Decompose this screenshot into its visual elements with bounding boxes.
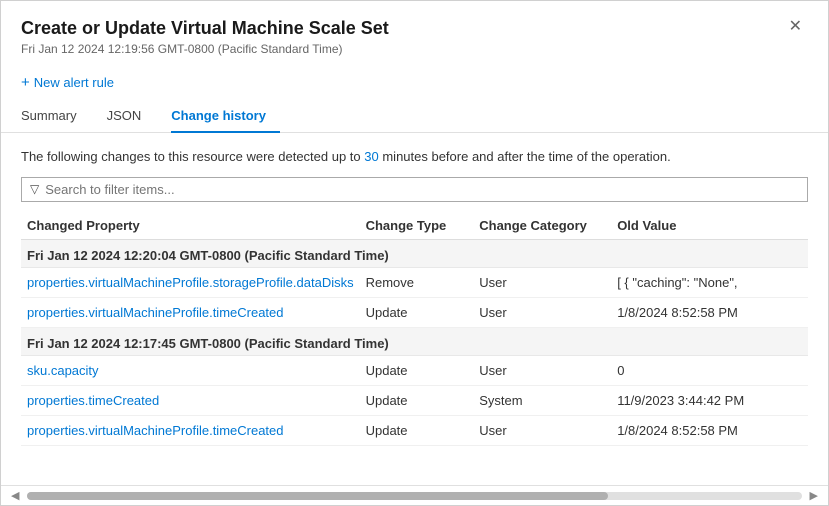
content-area: The following changes to this resource w…: [1, 133, 828, 485]
header: Create or Update Virtual Machine Scale S…: [1, 1, 828, 64]
info-text: The following changes to this resource w…: [21, 147, 808, 167]
table-row: properties.timeCreated UpdateSystem11/9/2…: [21, 385, 808, 415]
new-alert-rule-button[interactable]: + New alert rule: [21, 74, 114, 91]
search-box: ▽: [21, 177, 808, 202]
scroll-right-arrow[interactable]: ▶: [808, 489, 820, 502]
close-button[interactable]: ✕: [783, 17, 808, 37]
filter-icon: ▽: [30, 182, 39, 196]
change-category-cell: User: [473, 355, 611, 385]
property-link[interactable]: properties.virtualMachineProfile.timeCre…: [27, 305, 284, 320]
change-type-cell: Update: [360, 355, 474, 385]
property-link[interactable]: properties.virtualMachineProfile.storage…: [27, 275, 354, 290]
change-category-cell: User: [473, 297, 611, 327]
table-row: properties.virtualMachineProfile.timeCre…: [21, 297, 808, 327]
change-type-cell: Update: [360, 385, 474, 415]
info-before: The following changes to this resource w…: [21, 149, 364, 164]
property-link[interactable]: properties.virtualMachineProfile.timeCre…: [27, 423, 284, 438]
old-value-cell: 0: [611, 355, 808, 385]
info-after: minutes before and after the time of the…: [379, 149, 671, 164]
toolbar: + New alert rule: [1, 64, 828, 99]
table-row: sku.capacity UpdateUser0: [21, 355, 808, 385]
tab-summary[interactable]: Summary: [21, 100, 91, 133]
col-header-category: Change Category: [473, 212, 611, 240]
col-header-oldvalue: Old Value: [611, 212, 808, 240]
old-value-cell: 1/8/2024 8:52:58 PM: [611, 415, 808, 445]
horizontal-scrollbar: ◀ ▶: [1, 485, 828, 505]
info-highlight: 30: [364, 149, 378, 164]
group-row: Fri Jan 12 2024 12:20:04 GMT-0800 (Pacif…: [21, 239, 808, 267]
scroll-thumb: [27, 492, 608, 500]
panel-subtitle: Fri Jan 12 2024 12:19:56 GMT-0800 (Pacif…: [21, 42, 808, 56]
table-row: properties.virtualMachineProfile.storage…: [21, 267, 808, 297]
change-category-cell: System: [473, 385, 611, 415]
tab-change-history[interactable]: Change history: [171, 100, 280, 133]
tab-json[interactable]: JSON: [107, 100, 156, 133]
col-header-type: Change Type: [360, 212, 474, 240]
panel-title: Create or Update Virtual Machine Scale S…: [21, 17, 389, 40]
old-value-cell: [ { "caching": "None",: [611, 267, 808, 297]
plus-icon: +: [21, 74, 30, 91]
main-panel: Create or Update Virtual Machine Scale S…: [0, 0, 829, 506]
table-row: properties.virtualMachineProfile.timeCre…: [21, 415, 808, 445]
scroll-left-arrow[interactable]: ◀: [9, 489, 21, 502]
old-value-cell: 11/9/2023 3:44:42 PM: [611, 385, 808, 415]
group-row: Fri Jan 12 2024 12:17:45 GMT-0800 (Pacif…: [21, 327, 808, 355]
change-category-cell: User: [473, 415, 611, 445]
changes-table: Changed Property Change Type Change Cate…: [21, 212, 808, 446]
change-type-cell: Update: [360, 297, 474, 327]
scroll-track[interactable]: [27, 492, 801, 500]
col-header-property: Changed Property: [21, 212, 360, 240]
property-link[interactable]: properties.timeCreated: [27, 393, 159, 408]
new-alert-label: New alert rule: [34, 75, 114, 90]
change-type-cell: Update: [360, 415, 474, 445]
property-link[interactable]: sku.capacity: [27, 363, 99, 378]
change-type-cell: Remove: [360, 267, 474, 297]
search-input[interactable]: [45, 182, 799, 197]
table-container: Changed Property Change Type Change Cate…: [21, 212, 808, 485]
old-value-cell: 1/8/2024 8:52:58 PM: [611, 297, 808, 327]
change-category-cell: User: [473, 267, 611, 297]
tabs-bar: Summary JSON Change history: [1, 99, 828, 133]
